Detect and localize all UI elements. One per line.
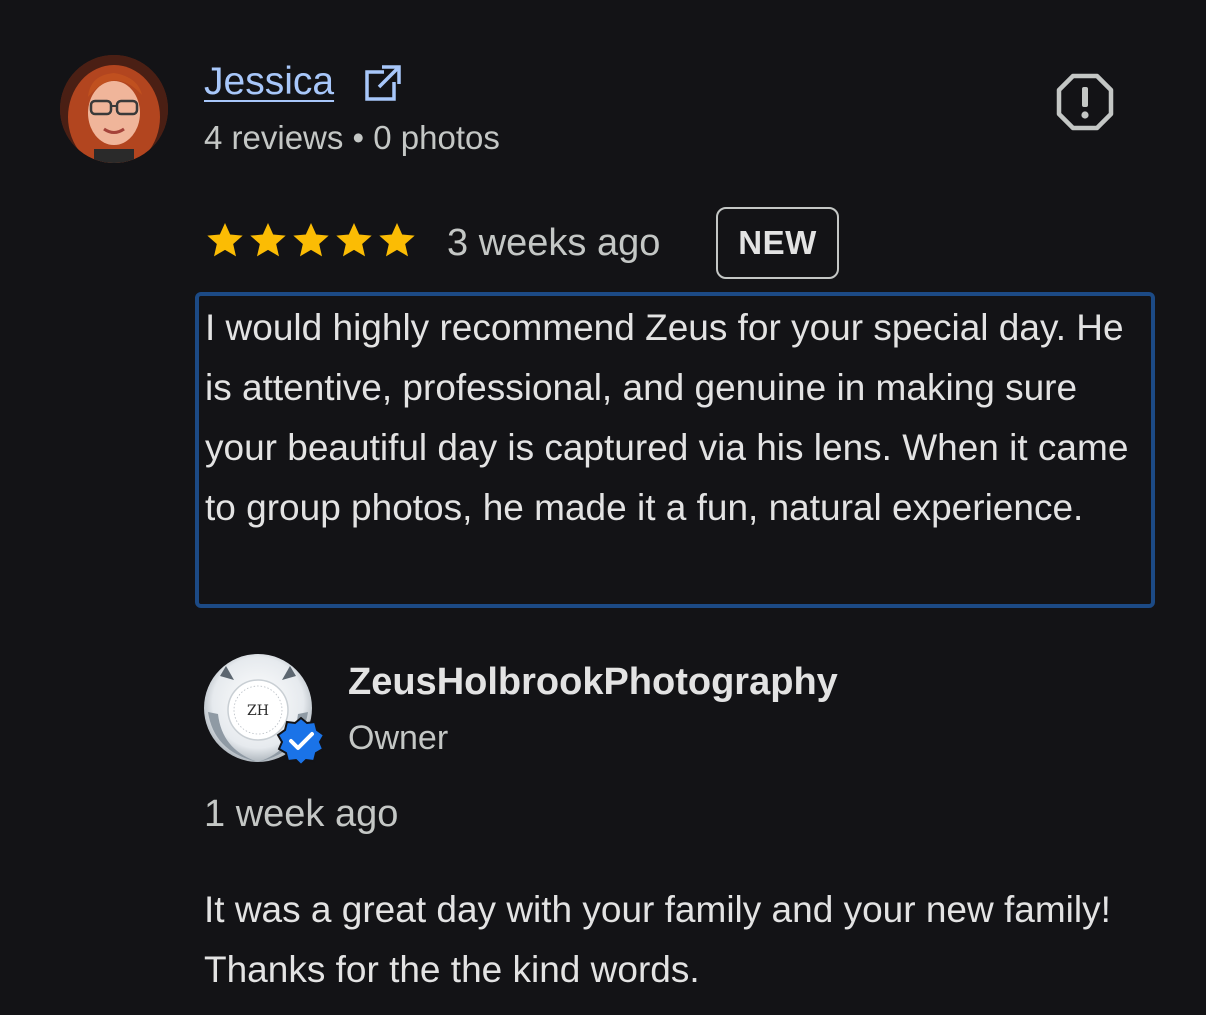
star-icon bbox=[207, 223, 243, 257]
reviewer-stats: 4 reviews • 0 photos bbox=[204, 119, 500, 156]
external-link-icon[interactable] bbox=[362, 64, 402, 104]
star-icon bbox=[293, 223, 329, 257]
reply-text: It was a great day with your family and … bbox=[204, 889, 1111, 990]
reviewer-name-link[interactable]: Jessica bbox=[204, 58, 334, 106]
reply-date: 1 week ago bbox=[204, 793, 399, 835]
star-icon bbox=[250, 223, 286, 257]
review-date: 3 weeks ago bbox=[447, 222, 661, 264]
star-icon bbox=[379, 223, 415, 257]
owner-name: ZeusHolbrookPhotography bbox=[348, 661, 838, 703]
reviewer-avatar[interactable] bbox=[60, 55, 168, 163]
verified-badge-icon bbox=[276, 716, 326, 766]
owner-logo-text: ZH bbox=[247, 703, 269, 719]
owner-role: Owner bbox=[348, 719, 449, 757]
review-card: Jessica 4 reviews • 0 photos 3 weeks ago… bbox=[0, 0, 1206, 1015]
report-icon[interactable] bbox=[1056, 73, 1114, 131]
new-badge: NEW bbox=[716, 207, 839, 279]
star-icon bbox=[336, 223, 372, 257]
review-text[interactable]: I would highly recommend Zeus for your s… bbox=[205, 298, 1150, 538]
star-rating bbox=[205, 220, 417, 264]
profile-photo-icon bbox=[60, 55, 168, 163]
